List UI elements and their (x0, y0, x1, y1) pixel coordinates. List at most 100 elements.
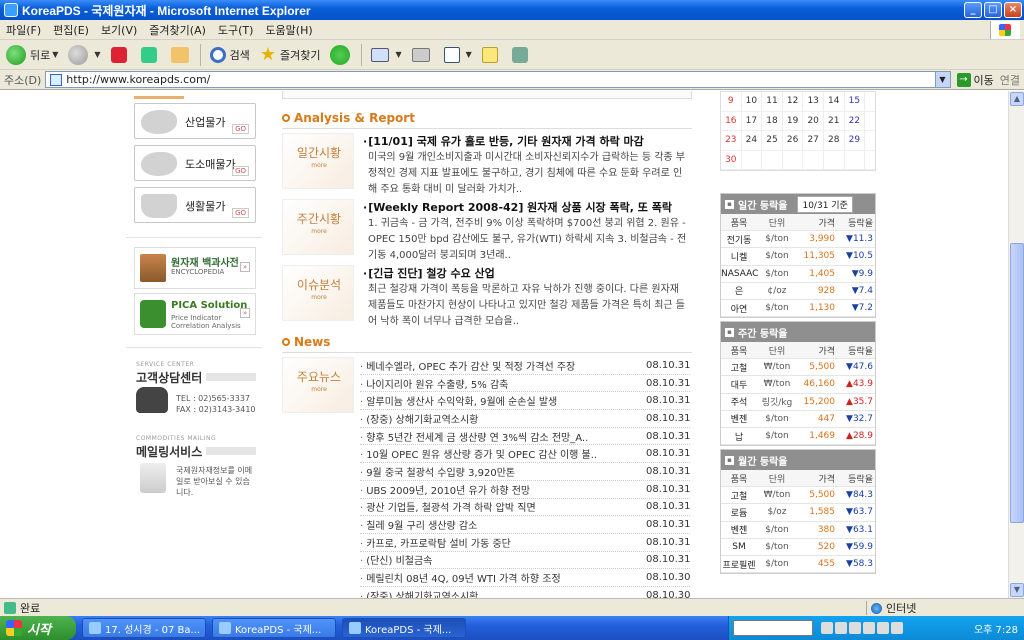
calendar-day[interactable]: 20 (803, 111, 824, 130)
article-headline[interactable]: [11/01] 국제 유가 홀로 반등, 기타 원자재 가격 하락 마감 (363, 133, 690, 149)
weekly-market-box[interactable]: 주간시황 more (282, 199, 354, 255)
news-title[interactable]: 알루미늄 생산사 수익악화, 9월에 순손실 발생 (360, 393, 646, 408)
calendar-day[interactable]: 24 (742, 131, 763, 150)
edit-button[interactable]: ▼ (440, 43, 476, 67)
table-row[interactable]: NASAAC $/ton 1,405 ▼9.9 (721, 266, 875, 283)
wholesale-price-button[interactable]: 도소매물가 GO (134, 145, 256, 181)
maximize-button[interactable]: □ (984, 2, 1002, 18)
start-button[interactable]: 시작 (0, 616, 76, 640)
stop-button[interactable] (107, 43, 135, 67)
table-row[interactable]: SM $/ton 520 ▼59.9 (721, 539, 875, 556)
menu-edit[interactable]: 편집(E) (47, 22, 95, 38)
search-button[interactable]: 검색 (206, 43, 254, 67)
scroll-thumb[interactable] (1010, 243, 1024, 523)
list-item[interactable]: (장중) 상해기화교역소시황08.10.31 (360, 410, 691, 428)
tray-icon[interactable] (835, 622, 847, 634)
calendar-day[interactable]: 19 (783, 111, 804, 130)
menu-help[interactable]: 도움말(H) (259, 22, 318, 38)
menu-favorites[interactable]: 즐겨찾기(A) (143, 22, 212, 38)
calendar-day[interactable]: 9 (721, 92, 742, 111)
news-title[interactable]: 10월 OPEC 원유 생산량 증가 및 OPEC 감산 이행 불.. (360, 446, 646, 461)
news-title[interactable]: 광산 기업들, 철광석 가격 하락 압박 직면 (360, 499, 646, 514)
news-title[interactable]: 나이지리아 원유 수출량, 5% 감축 (360, 376, 646, 391)
calendar-day[interactable]: 10 (742, 92, 763, 111)
taskbar-search-input[interactable] (733, 620, 813, 636)
taskbar-item-ie-1[interactable]: KoreaPDS - 국제... (212, 618, 336, 638)
calendar-day[interactable]: 28 (824, 131, 845, 150)
industrial-price-button[interactable]: 산업물가 GO (134, 103, 256, 139)
list-item[interactable]: 베네수엘라, OPEC 추가 감산 및 적정 가격선 주장08.10.31 (360, 357, 691, 375)
news-title[interactable]: 메릴린치 08년 4Q, 09년 WTI 가격 하향 조정 (360, 570, 646, 585)
chevron-down-icon[interactable]: ▼ (94, 50, 100, 59)
news-title[interactable]: (장중) 상해기화교역소시황 (360, 588, 646, 598)
chevron-down-icon[interactable]: ▼ (52, 50, 58, 59)
calendar-day[interactable]: 17 (742, 111, 763, 130)
list-item[interactable]: (단신) 비철금속08.10.31 (360, 552, 691, 570)
menu-file[interactable]: 파일(F) (0, 22, 47, 38)
news-title[interactable]: 향후 5년간 전세계 금 생산량 연 3%씩 감소 전망_A.. (360, 429, 646, 444)
living-price-button[interactable]: 생활물가 GO (134, 187, 256, 223)
more-link[interactable]: more (283, 386, 355, 393)
calendar-day[interactable]: 16 (721, 111, 742, 130)
messenger-button[interactable] (508, 43, 536, 67)
menu-tools[interactable]: 도구(T) (212, 22, 260, 38)
table-row[interactable]: 대두 ₩/ton 46,160 ▲43.9 (721, 376, 875, 394)
pica-solution-banner[interactable]: PICA Solution Price Indicator Correlatio… (134, 293, 256, 335)
table-row[interactable]: 전기동 $/ton 3,990 ▼11.3 (721, 231, 875, 249)
calendar-day[interactable]: 15 (845, 92, 866, 111)
issue-analysis-box[interactable]: 이슈분석 more (282, 265, 354, 321)
list-item[interactable]: 나이지리아 원유 수출량, 5% 감축08.10.31 (360, 375, 691, 393)
table-row[interactable]: 프로필렌 $/ton 455 ▼58.3 (721, 556, 875, 574)
calendar-day[interactable]: 13 (803, 92, 824, 111)
article-headline[interactable]: [Weekly Report 2008-42] 원자재 상품 시장 폭락, 또 … (363, 199, 690, 215)
calendar-day[interactable]: 21 (824, 111, 845, 130)
calendar-day[interactable]: 18 (762, 111, 783, 130)
list-item[interactable]: 광산 기업들, 철광석 가격 하락 압박 직면08.10.31 (360, 499, 691, 517)
favorites-button[interactable]: ★ 즐겨찾기 (256, 43, 325, 67)
table-row[interactable]: 니켈 $/ton 11,305 ▼10.5 (721, 248, 875, 266)
mail-button[interactable]: ▼ (367, 43, 405, 67)
news-title[interactable]: (장중) 상해기화교역소시황 (360, 411, 646, 426)
home-button[interactable] (167, 43, 197, 67)
refresh-button[interactable] (137, 43, 165, 67)
tray-icon[interactable] (877, 622, 889, 634)
news-title[interactable]: 베네수엘라, OPEC 추가 감산 및 적정 가격선 주장 (360, 358, 646, 373)
encyclopedia-banner[interactable]: 원자재 백과사전 ENCYCLOPEDIA » (134, 247, 256, 289)
tray-icon[interactable] (849, 622, 861, 634)
list-item[interactable]: 10월 OPEC 원유 생산량 증가 및 OPEC 감산 이행 불..08.10… (360, 445, 691, 464)
calendar-day[interactable]: 26 (783, 131, 804, 150)
more-link[interactable]: more (283, 294, 355, 301)
daily-market-box[interactable]: 일간시황 more (282, 133, 354, 189)
list-item[interactable]: (장중) 상해기화교역소시황08.10.30 (360, 587, 690, 598)
calendar-day[interactable]: 23 (721, 131, 742, 150)
calendar-day[interactable]: 25 (762, 131, 783, 150)
more-link[interactable]: more (283, 228, 355, 235)
taskbar-item-ie-2[interactable]: KoreaPDS - 국제... (342, 618, 466, 638)
scroll-down-icon[interactable]: ▼ (1010, 583, 1024, 597)
vertical-scrollbar[interactable]: ▲ ▼ (1008, 91, 1024, 598)
minimize-button[interactable]: _ (964, 2, 982, 18)
major-news-box[interactable]: 주요뉴스 more (282, 357, 354, 413)
list-item[interactable]: 칠레 9월 구리 생산량 감소08.10.31 (360, 516, 691, 534)
table-row[interactable]: 벤젠 $/ton 380 ▼63.1 (721, 522, 875, 539)
list-item[interactable]: 메릴린치 08년 4Q, 09년 WTI 가격 하향 조정08.10.30 (360, 569, 691, 587)
news-title[interactable]: 칠레 9월 구리 생산량 감소 (360, 517, 646, 532)
chevron-down-icon[interactable]: ▼ (466, 50, 472, 59)
calendar-day[interactable]: 11 (762, 92, 783, 111)
table-row[interactable]: 주석 링깃/kg 15,200 ▲35.7 (721, 394, 875, 411)
article-headline[interactable]: [긴급 진단] 철강 수요 산업 (363, 265, 690, 281)
table-row[interactable]: 고철 ₩/ton 5,500 ▼47.6 (721, 359, 875, 377)
news-title[interactable]: UBS 2009년, 2010년 유가 하향 전망 (360, 482, 646, 497)
scroll-up-icon[interactable]: ▲ (1010, 92, 1024, 106)
news-title[interactable]: 카프로, 카프로락탐 설비 가동 중단 (360, 535, 646, 550)
calendar-day[interactable]: 29 (845, 131, 866, 150)
table-row[interactable]: 벤젠 $/ton 447 ▼32.7 (721, 411, 875, 428)
news-title[interactable]: (단신) 비철금속 (360, 552, 646, 567)
chevron-down-icon[interactable]: ▼ (934, 72, 950, 87)
table-row[interactable]: 은 ¢/oz 928 ▼7.4 (721, 283, 875, 300)
print-button[interactable] (408, 43, 438, 67)
taskbar-item-music[interactable]: 17. 성시경 - 07 Ba... (82, 618, 206, 638)
discuss-button[interactable] (478, 43, 506, 67)
tray-icon[interactable] (863, 622, 875, 634)
calendar-day[interactable]: 12 (783, 92, 804, 111)
